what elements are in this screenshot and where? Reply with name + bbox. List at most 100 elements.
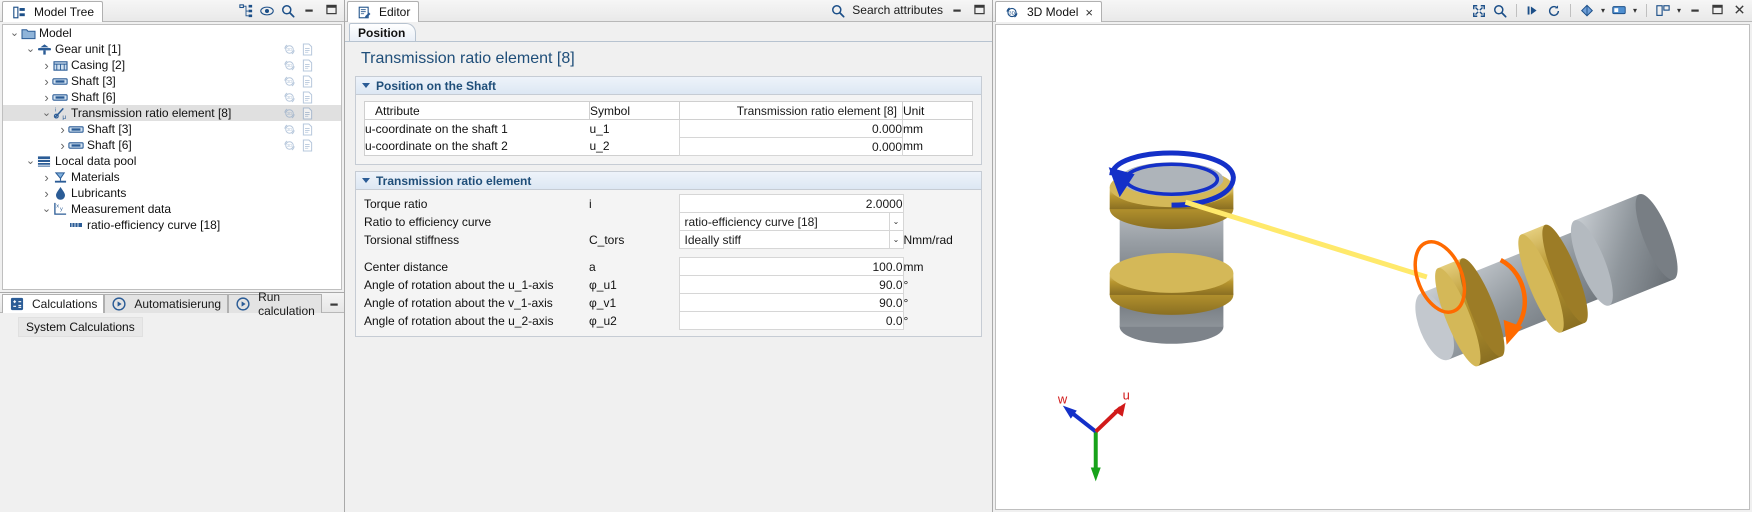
minimize-icon[interactable] bbox=[1688, 2, 1702, 16]
table-row: Ratio to efficiency curve ratio-efficienc… bbox=[364, 213, 973, 231]
report-badge-icon[interactable] bbox=[302, 91, 315, 104]
chevron-down-icon[interactable]: ⌄ bbox=[25, 45, 36, 54]
shaft-icon bbox=[68, 138, 84, 152]
minimize-icon[interactable] bbox=[328, 296, 342, 310]
tab-model-tree[interactable]: Model Tree bbox=[2, 1, 103, 22]
chevron-right-icon[interactable]: › bbox=[57, 122, 68, 137]
chevron-down-icon[interactable]: ⌄ bbox=[41, 109, 52, 118]
value-combobox[interactable]: ratio-efficiency curve [18]⌄ bbox=[679, 213, 903, 231]
tab-3d-model[interactable]: 3D 3D Model × bbox=[995, 1, 1102, 22]
tree-item-shaft-3[interactable]: ›Shaft [3]3D bbox=[3, 73, 341, 89]
tab-calculations[interactable]: Calculations bbox=[2, 294, 104, 313]
tree-item-measurement-data[interactable]: ⌄xyMeasurement data bbox=[3, 201, 341, 217]
link-tree-icon[interactable] bbox=[239, 4, 253, 18]
chevron-right-icon[interactable]: › bbox=[41, 58, 52, 73]
report-badge-icon[interactable] bbox=[302, 43, 315, 56]
report-badge-icon[interactable] bbox=[302, 123, 315, 136]
3d-model-badge-icon[interactable]: 3D bbox=[283, 59, 296, 72]
chevron-down-icon[interactable]: ⌄ bbox=[25, 157, 36, 166]
section-header[interactable]: Position on the Shaft bbox=[356, 77, 981, 95]
spacer-row bbox=[364, 249, 973, 258]
value-input[interactable]: 100.0 bbox=[679, 258, 903, 276]
value-input[interactable]: 0.000 bbox=[680, 138, 903, 156]
fit-to-view-icon[interactable] bbox=[1472, 4, 1486, 18]
color-icon[interactable] bbox=[1612, 4, 1626, 18]
chevron-down-icon[interactable]: ⌄ bbox=[889, 231, 903, 248]
report-badge-icon[interactable] bbox=[302, 139, 315, 152]
chevron-right-icon[interactable]: › bbox=[41, 186, 52, 201]
svg-text:3D: 3D bbox=[287, 143, 293, 148]
3d-model-badge-icon[interactable]: 3D bbox=[283, 75, 296, 88]
3d-viewport[interactable]: w u bbox=[995, 24, 1750, 510]
eye-icon[interactable] bbox=[260, 4, 274, 18]
svg-text:3D: 3D bbox=[287, 47, 293, 52]
model-tree-body[interactable]: ⌄Model⌄Gear unit [1]3D›Casing [2]3D›Shaf… bbox=[2, 24, 342, 290]
unit-label: ° bbox=[903, 294, 973, 312]
rotate-icon[interactable] bbox=[1547, 4, 1561, 18]
chevron-down-icon[interactable]: ⌄ bbox=[41, 205, 52, 214]
minimize-icon[interactable] bbox=[950, 2, 964, 16]
search-icon[interactable] bbox=[831, 4, 845, 18]
tab-automatisierung[interactable]: Automatisierung bbox=[104, 294, 228, 313]
3d-model-icon: 3D bbox=[1004, 5, 1020, 19]
tab-position[interactable]: Position bbox=[349, 23, 416, 42]
tree-item-shaft-6[interactable]: ›Shaft [6]3D bbox=[3, 137, 341, 153]
svg-text:3D: 3D bbox=[287, 127, 293, 132]
search-icon[interactable] bbox=[281, 4, 295, 18]
report-badge-icon[interactable] bbox=[302, 107, 315, 120]
3d-model-badge-icon[interactable]: 3D bbox=[283, 107, 296, 120]
tree-item-materials[interactable]: ›Materials bbox=[3, 169, 341, 185]
report-badge-icon[interactable] bbox=[302, 59, 315, 72]
tree-item-casing-2[interactable]: ›Casing [2]3D bbox=[3, 57, 341, 73]
caret-down-icon[interactable] bbox=[362, 83, 370, 88]
tree-item-model[interactable]: ⌄Model bbox=[3, 25, 341, 41]
chevron-down-icon[interactable]: ⌄ bbox=[9, 29, 20, 38]
layout-icon[interactable] bbox=[1656, 4, 1670, 18]
step-forward-icon[interactable] bbox=[1526, 4, 1540, 18]
minimize-icon[interactable] bbox=[302, 2, 316, 16]
chevron-down-icon[interactable]: ▾ bbox=[1677, 6, 1681, 15]
value-input[interactable]: 0.0 bbox=[679, 312, 903, 330]
3d-model-badge-icon[interactable]: 3D bbox=[283, 139, 296, 152]
list-item-system-calculations[interactable]: System Calculations bbox=[18, 317, 143, 337]
tree-item-ratio-efficiency-curve-18[interactable]: ratio-efficiency curve [18] bbox=[3, 217, 341, 233]
tab-editor[interactable]: Editor bbox=[347, 1, 419, 22]
maximize-icon[interactable] bbox=[324, 2, 338, 16]
tab-run-calculation[interactable]: Run calculation bbox=[228, 294, 322, 313]
search-attributes-label[interactable]: Search attributes bbox=[852, 3, 943, 18]
caret-down-icon[interactable] bbox=[362, 178, 370, 183]
value-input[interactable]: 2.0000 bbox=[679, 195, 903, 213]
chevron-right-icon[interactable]: › bbox=[57, 138, 68, 153]
chevron-right-icon[interactable]: › bbox=[41, 90, 52, 105]
tree-item-label: Shaft [6] bbox=[71, 90, 116, 104]
calculations-body[interactable]: System Calculations bbox=[0, 313, 344, 512]
tree-item-lubricants[interactable]: ›Lubricants bbox=[3, 185, 341, 201]
3d-model-badge-icon[interactable]: 3D bbox=[283, 91, 296, 104]
tree-item-shaft-6[interactable]: › Shaft [6] 3D bbox=[3, 89, 341, 105]
tree-item-transmission-ratio-element-8[interactable]: ⌄iμTransmission ratio element [8]3D bbox=[3, 105, 341, 121]
chevron-down-icon[interactable]: ▾ bbox=[1601, 6, 1605, 15]
chevron-right-icon[interactable]: › bbox=[41, 74, 52, 89]
tree-item-local-data-pool[interactable]: ⌄Local data pool bbox=[3, 153, 341, 169]
value-input[interactable]: 90.0 bbox=[679, 294, 903, 312]
value-input[interactable]: 90.0 bbox=[679, 276, 903, 294]
report-badge-icon[interactable] bbox=[302, 75, 315, 88]
3d-model-badge-icon[interactable]: 3D bbox=[283, 43, 296, 56]
maximize-icon[interactable] bbox=[1710, 2, 1724, 16]
value-input[interactable]: 0.000 bbox=[680, 120, 903, 138]
shading-icon[interactable] bbox=[1580, 4, 1594, 18]
chevron-down-icon[interactable]: ⌄ bbox=[889, 213, 903, 230]
attribute-label: Ratio to efficiency curve bbox=[364, 213, 589, 231]
chevron-right-icon[interactable]: › bbox=[41, 170, 52, 185]
close-icon[interactable] bbox=[1732, 2, 1746, 16]
chevron-down-icon[interactable]: ▾ bbox=[1633, 6, 1637, 15]
value-combobox[interactable]: Ideally stiff⌄ bbox=[679, 231, 903, 249]
close-icon[interactable]: × bbox=[1085, 5, 1093, 20]
section-header[interactable]: Transmission ratio element bbox=[356, 172, 981, 190]
tree-item-gear-unit-1[interactable]: ⌄Gear unit [1]3D bbox=[3, 41, 341, 57]
3d-model-badge-icon[interactable]: 3D bbox=[283, 123, 296, 136]
maximize-icon[interactable] bbox=[972, 2, 986, 16]
tree-item-shaft-3[interactable]: ›Shaft [3]3D bbox=[3, 121, 341, 137]
zoom-icon[interactable] bbox=[1493, 4, 1507, 18]
svg-text:i: i bbox=[54, 108, 55, 114]
